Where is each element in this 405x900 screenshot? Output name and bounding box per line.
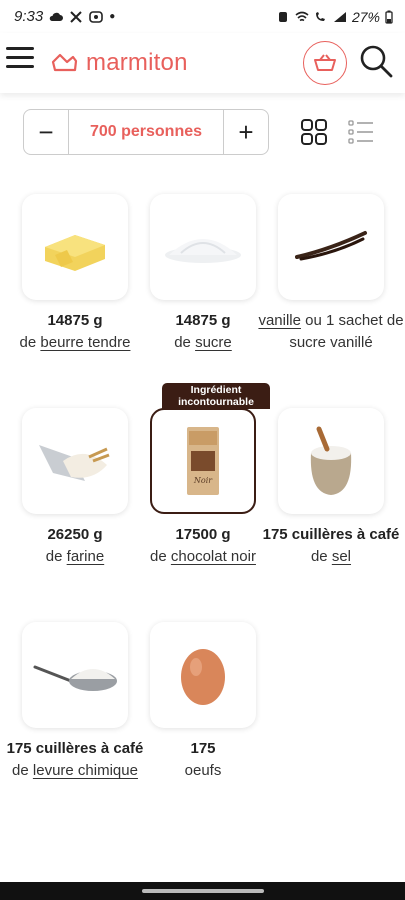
salt-icon xyxy=(278,408,384,514)
basket-button[interactable] xyxy=(303,41,347,85)
call-icon xyxy=(315,11,325,21)
alarm-icon xyxy=(278,11,287,22)
wifi-icon xyxy=(295,11,309,21)
status-bar: 9:33 ● 27% xyxy=(0,0,405,33)
notification-app-icon xyxy=(89,10,104,23)
battery-level: 27% xyxy=(351,8,380,25)
logo-text: marmiton xyxy=(86,49,188,76)
servings-count: 700 personnes xyxy=(68,110,224,154)
egg-icon xyxy=(150,622,256,728)
signal-icon xyxy=(333,11,346,22)
ingredient-link-sugar[interactable]: sucre xyxy=(195,334,232,351)
ingredient-link-baking-powder[interactable]: levure chimique xyxy=(33,762,138,779)
increase-servings-button[interactable]: + xyxy=(224,110,268,154)
battery-icon xyxy=(385,10,393,24)
ingredient-desc: vanille ou 1 sachet de sucre vanillé xyxy=(258,312,404,351)
ingredient-qty: 175 xyxy=(190,740,216,757)
badge-line-2: incontournable xyxy=(178,396,254,408)
ingredient-desc: de sel xyxy=(310,548,352,565)
must-have-ingredient-badge: Ingrédient incontournable xyxy=(162,383,270,409)
search-icon[interactable] xyxy=(358,43,394,79)
butter-icon xyxy=(22,194,128,300)
list-view-icon[interactable] xyxy=(348,118,374,146)
status-time: 9:33 xyxy=(14,8,44,25)
vanilla-icon xyxy=(278,194,384,300)
ingredient-link-butter[interactable]: beurre tendre xyxy=(40,334,130,351)
home-gesture-handle[interactable] xyxy=(142,889,264,893)
servings-stepper: − 700 personnes + xyxy=(23,109,269,155)
cloud-icon xyxy=(49,12,64,21)
basket-icon xyxy=(314,54,336,71)
system-navigation-bar xyxy=(0,882,405,900)
flour-icon xyxy=(22,408,128,514)
ingredient-link-salt[interactable]: sel xyxy=(332,548,351,565)
ingredient-link-chocolate[interactable]: chocolat noir xyxy=(171,548,256,565)
grid-view-icon[interactable] xyxy=(300,118,328,146)
app-header: marmiton xyxy=(0,33,405,93)
sugar-icon xyxy=(150,194,256,300)
decrease-servings-button[interactable]: − xyxy=(24,110,68,154)
x-app-icon xyxy=(70,10,82,23)
ingredient-link-vanilla[interactable]: vanille xyxy=(258,312,301,329)
hamburger-menu-icon[interactable] xyxy=(6,45,34,71)
marmiton-logo[interactable]: marmiton xyxy=(50,49,188,77)
svg-text:Noir: Noir xyxy=(193,476,213,485)
ingredient-desc: oeufs xyxy=(184,762,222,779)
chocolate-icon: Noir xyxy=(150,408,256,514)
chef-hat-icon xyxy=(51,53,78,72)
baking-powder-icon xyxy=(22,622,128,728)
ingredient-link-flour[interactable]: farine xyxy=(67,548,105,565)
status-dot: ● xyxy=(109,11,116,22)
ingredient-qty: 175 cuillères à café xyxy=(262,526,400,543)
badge-line-1: Ingrédient xyxy=(190,384,242,396)
